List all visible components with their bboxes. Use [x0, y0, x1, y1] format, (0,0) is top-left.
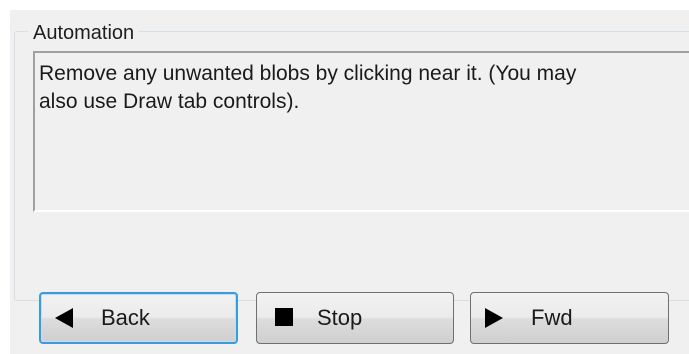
forward-button[interactable]: Fwd	[470, 292, 669, 344]
stop-button-label: Stop	[317, 305, 363, 330]
instructions-line-2: also use Draw tab controls).	[39, 90, 300, 113]
triangle-right-icon	[485, 308, 503, 328]
triangle-left-icon	[55, 308, 73, 328]
square-stop-icon	[275, 308, 293, 326]
stop-button[interactable]: Stop	[256, 292, 454, 344]
instructions-line-1: Remove any unwanted blobs by clicking ne…	[39, 62, 577, 85]
automation-group-title: Automation	[28, 21, 140, 45]
automation-instructions: Remove any unwanted blobs by clicking ne…	[33, 51, 689, 212]
forward-button-label: Fwd	[531, 305, 573, 330]
back-button-label: Back	[101, 305, 150, 330]
back-button[interactable]: Back	[39, 292, 238, 344]
